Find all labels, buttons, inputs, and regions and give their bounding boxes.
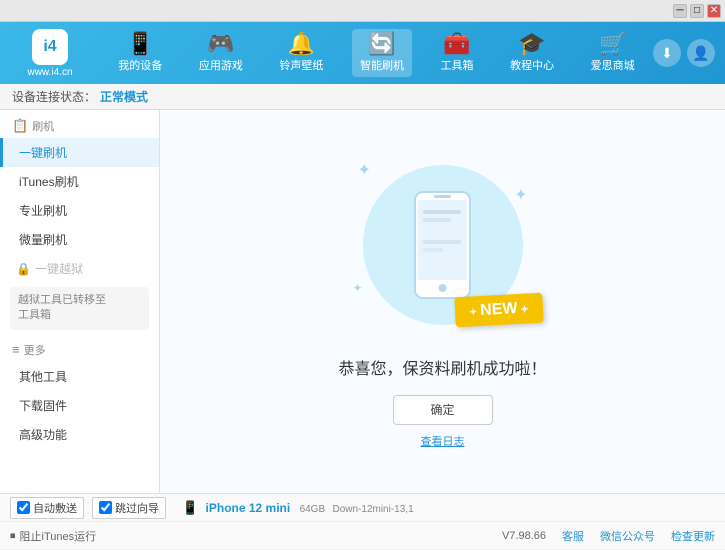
sparkle-1: ✦: [358, 160, 371, 180]
main-layout: 📋 刷机 一键刷机 iTunes刷机 专业刷机 微量刷机 🔒 一键越狱 越狱工具…: [0, 110, 725, 493]
sidebar-item-download-firmware[interactable]: 下载固件: [0, 391, 159, 420]
nav-ringtones[interactable]: 🔔 铃声壁纸: [271, 29, 331, 77]
nav-toolbox-label: 工具箱: [441, 57, 474, 73]
logo-icon: i4: [32, 29, 68, 65]
status-label: 设备连接状态：: [12, 88, 96, 105]
bottom-right-links: V7.98.66 客服 微信公众号 检查更新: [502, 528, 715, 544]
header-right: ⬇ 👤: [653, 39, 715, 67]
header: i4 www.i4.cn 📱 我的设备 🎮 应用游戏 🔔 铃声壁纸 🔄 智能刷机…: [0, 22, 725, 84]
sparkle-2: ✦: [514, 185, 527, 205]
toolbox-icon: 🧰: [443, 33, 470, 55]
success-title: 恭喜您，保资料刷机成功啦！: [338, 355, 546, 379]
phone-icon: 📱: [182, 500, 198, 515]
title-bar: ─ □ ✕: [0, 0, 725, 22]
lock-icon: 🔒: [16, 262, 31, 276]
apps-icon: 🎮: [207, 33, 234, 55]
nav-my-device-label: 我的设备: [118, 57, 162, 73]
smart-flash-icon: 🔄: [368, 33, 395, 55]
status-bar: 设备连接状态： 正常模式: [0, 84, 725, 110]
device-name: iPhone 12 mini: [206, 501, 291, 515]
nav-smart-flash-label: 智能刷机: [360, 57, 404, 73]
skip-wizard-label: 跳过向导: [115, 500, 159, 516]
sidebar-section-jailbreak: 🔒 一键越狱: [0, 254, 159, 283]
my-device-icon: 📱: [127, 33, 154, 55]
sidebar-item-other-tools[interactable]: 其他工具: [0, 362, 159, 391]
close-button[interactable]: ✕: [707, 4, 721, 18]
nav-shop[interactable]: 🛒 爱思商城: [583, 29, 643, 77]
flash-section-icon: 📋: [12, 118, 28, 134]
nav-my-device[interactable]: 📱 我的设备: [110, 29, 170, 77]
skip-wizard-checkbox-label[interactable]: 跳过向导: [92, 497, 166, 519]
nav-apps[interactable]: 🎮 应用游戏: [191, 29, 251, 77]
more-section-icon: ≡: [12, 342, 20, 357]
stop-itunes-button[interactable]: ⏹ 阻止iTunes运行: [10, 528, 96, 544]
stop-itunes-label: 阻止iTunes运行: [20, 528, 97, 544]
nav-apps-label: 应用游戏: [199, 57, 243, 73]
logo[interactable]: i4 www.i4.cn: [10, 29, 90, 78]
sidebar: 📋 刷机 一键刷机 iTunes刷机 专业刷机 微量刷机 🔒 一键越狱 越狱工具…: [0, 110, 160, 493]
bottom-status-row: ⏹ 阻止iTunes运行 V7.98.66 客服 微信公众号 检查更新: [0, 522, 725, 550]
sidebar-section-more: ≡ 更多: [0, 334, 159, 362]
device-info-section: 📱 iPhone 12 mini 64GB Down-12mini-13,1: [182, 500, 414, 516]
stop-icon: ⏹: [10, 530, 16, 543]
auto-send-checkbox[interactable]: [17, 501, 30, 514]
wechat-public-link[interactable]: 微信公众号: [600, 528, 655, 544]
nav-tutorial[interactable]: 🎓 教程中心: [502, 29, 562, 77]
flash-section-label: 刷机: [32, 118, 54, 134]
sidebar-item-pro-flash[interactable]: 专业刷机: [0, 196, 159, 225]
download-button[interactable]: ⬇: [653, 39, 681, 67]
ringtones-icon: 🔔: [288, 33, 315, 55]
more-section-label: 更多: [24, 342, 46, 358]
user-button[interactable]: 👤: [687, 39, 715, 67]
nav-items: 📱 我的设备 🎮 应用游戏 🔔 铃声壁纸 🔄 智能刷机 🧰 工具箱 🎓 教程中心…: [100, 29, 653, 77]
sidebar-item-itunes-flash[interactable]: iTunes刷机: [0, 167, 159, 196]
shop-icon: 🛒: [599, 33, 626, 55]
sparkle-3: ✦: [353, 281, 363, 295]
success-illustration: ✦ ✦ ✦ NEW: [353, 155, 533, 335]
nav-tutorial-label: 教程中心: [510, 57, 554, 73]
sidebar-item-advanced[interactable]: 高级功能: [0, 420, 159, 449]
version-text: V7.98.66: [502, 530, 546, 542]
bottom-toolbar: 自动敷送 跳过向导 📱 iPhone 12 mini 64GB Down-12m…: [0, 494, 725, 522]
confirm-button[interactable]: 确定: [393, 395, 493, 425]
customer-service-link[interactable]: 客服: [562, 528, 584, 544]
logo-text: www.i4.cn: [27, 67, 72, 78]
skip-wizard-checkbox[interactable]: [99, 501, 112, 514]
minimize-button[interactable]: ─: [673, 4, 687, 18]
tutorial-icon: 🎓: [518, 33, 545, 55]
jailbreak-note: 越狱工具已转移至工具箱: [10, 287, 149, 330]
review-log-link[interactable]: 查看日志: [421, 433, 465, 449]
phone-svg: [410, 190, 475, 300]
bottom-area: 自动敷送 跳过向导 📱 iPhone 12 mini 64GB Down-12m…: [0, 493, 725, 549]
status-value: 正常模式: [100, 88, 148, 105]
maximize-button[interactable]: □: [690, 4, 704, 18]
nav-ringtones-label: 铃声壁纸: [279, 57, 323, 73]
jailbreak-label: 一键越狱: [35, 260, 83, 277]
check-update-link[interactable]: 检查更新: [671, 528, 715, 544]
device-storage: 64GB: [300, 504, 326, 515]
new-badge: NEW: [454, 292, 543, 327]
device-model: Down-12mini-13,1: [332, 504, 413, 515]
nav-toolbox[interactable]: 🧰 工具箱: [433, 29, 482, 77]
nav-shop-label: 爱思商城: [591, 57, 635, 73]
nav-smart-flash[interactable]: 🔄 智能刷机: [352, 29, 412, 77]
auto-send-checkbox-label[interactable]: 自动敷送: [10, 497, 84, 519]
content-area: ✦ ✦ ✦ NEW 恭喜您，保资料刷机成功啦！ 确定 查看日志: [160, 110, 725, 493]
sidebar-item-micro-flash[interactable]: 微量刷机: [0, 225, 159, 254]
auto-send-label: 自动敷送: [33, 500, 77, 516]
sidebar-section-flash: 📋 刷机: [0, 110, 159, 138]
sidebar-item-one-click-flash[interactable]: 一键刷机: [0, 138, 159, 167]
